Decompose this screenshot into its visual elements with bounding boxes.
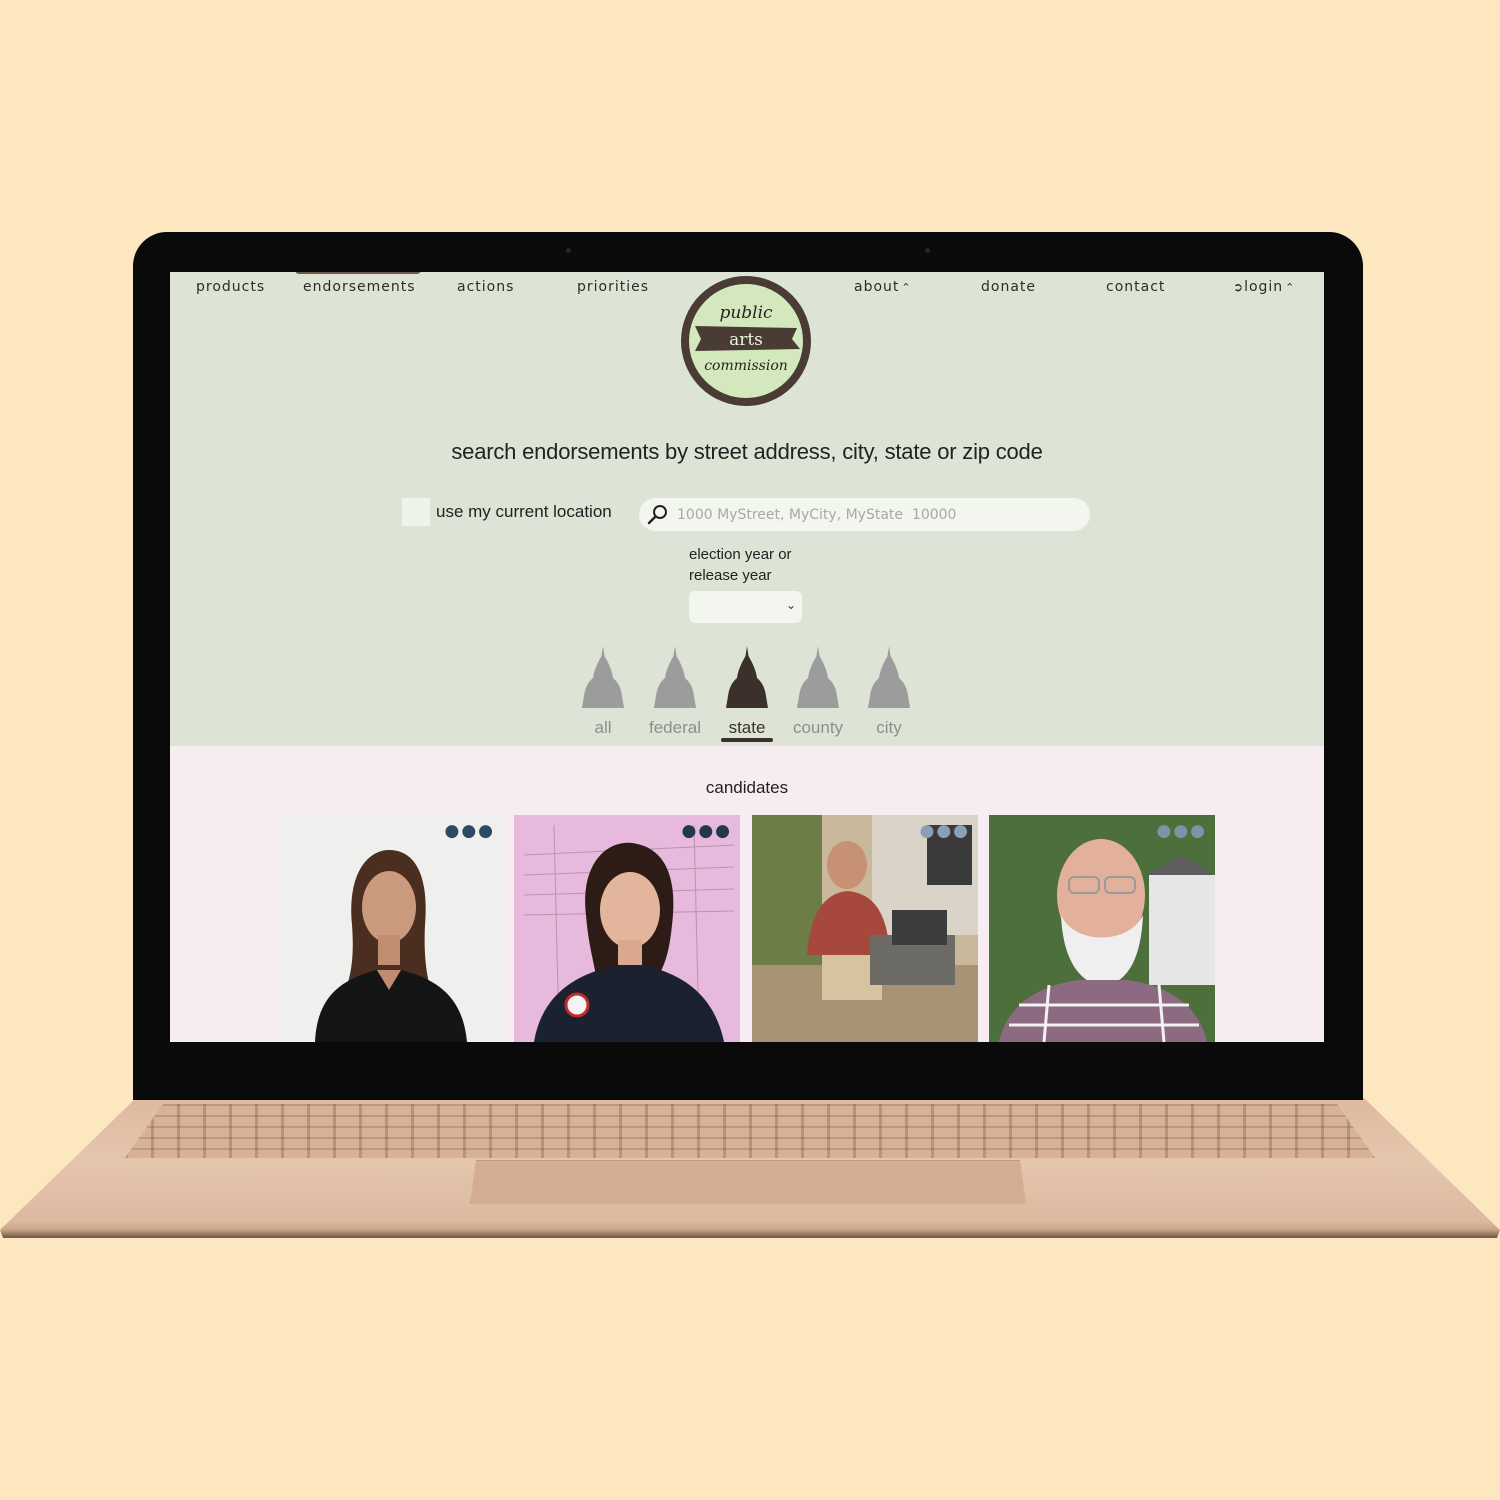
level-filter-city[interactable]: city	[854, 644, 924, 738]
candidate-photo	[277, 815, 503, 1042]
level-label-all: all	[594, 718, 612, 737]
candidate-photo	[514, 815, 740, 1042]
capitol-dome-icon	[726, 646, 768, 708]
nav-priorities[interactable]: priorities	[577, 279, 649, 295]
election-year-label-line1: election year or	[689, 546, 792, 563]
capitol-dome-icon	[868, 646, 910, 708]
nav-products[interactable]: products	[196, 279, 265, 295]
logo-word-public: public	[719, 303, 773, 323]
level-filter-all[interactable]: all	[568, 644, 638, 738]
laptop-keyboard	[125, 1104, 1375, 1158]
nav-about[interactable]: about ⌃	[854, 279, 912, 295]
nav-contact[interactable]: contact	[1106, 279, 1165, 295]
public-arts-commission-logo[interactable]: public arts commission	[681, 276, 811, 406]
candidate-card[interactable]: ●●●	[752, 815, 978, 1042]
search-heading: search endorsements by street address, c…	[451, 439, 1043, 464]
candidates-heading: candidates	[705, 778, 789, 797]
login-icon: ➲	[1233, 280, 1245, 294]
more-options-icon[interactable]: ●●●	[919, 821, 970, 841]
chevron-down-icon: ⌄	[785, 598, 796, 612]
election-year-label: election year or release year	[689, 544, 829, 586]
level-filter-state[interactable]: state	[712, 644, 782, 738]
address-search-input[interactable]	[675, 505, 1079, 524]
address-search-field[interactable]	[639, 498, 1090, 531]
laptop-trackpad	[470, 1160, 1026, 1204]
election-year-label-line2: release year	[689, 567, 772, 584]
level-filter-federal[interactable]: federal	[640, 644, 710, 738]
nav-actions[interactable]: actions	[457, 279, 514, 295]
election-year-select[interactable]: ⌄	[689, 591, 802, 623]
chevron-up-icon: ⌃	[1285, 281, 1296, 294]
search-icon	[647, 504, 667, 524]
nav-about-label: about	[854, 279, 900, 295]
more-options-icon[interactable]: ●●●	[1156, 821, 1207, 841]
nav-active-indicator	[295, 272, 421, 274]
nav-donate[interactable]: donate	[981, 279, 1036, 295]
more-options-icon[interactable]: ●●●	[681, 821, 732, 841]
level-label-county: county	[792, 718, 844, 737]
candidates-section: candidates ●●● ●●● ●●● ●●●	[170, 746, 1324, 1042]
level-filter-county[interactable]: county	[783, 644, 853, 738]
candidate-photo	[752, 815, 978, 1042]
nav-endorsements[interactable]: endorsements	[303, 279, 416, 295]
level-selected-underline	[721, 738, 773, 742]
level-label-state: state	[728, 718, 766, 737]
logo-word-commission: commission	[704, 358, 788, 374]
candidate-card[interactable]: ●●●	[514, 815, 740, 1042]
nav-login[interactable]: ➲login ⌃	[1233, 279, 1295, 295]
capitol-dome-icon	[654, 646, 696, 708]
chevron-up-icon: ⌃	[901, 281, 912, 294]
candidate-photo	[989, 815, 1215, 1042]
level-label-federal: federal	[649, 718, 701, 737]
website-screen: products endorsements actions priorities…	[170, 272, 1324, 1042]
candidate-card[interactable]: ●●●	[277, 815, 503, 1042]
use-location-label[interactable]: use my current location	[436, 502, 612, 522]
use-location-checkbox[interactable]	[402, 498, 430, 526]
capitol-dome-icon	[582, 646, 624, 708]
more-options-icon[interactable]: ●●●	[444, 821, 495, 841]
capitol-dome-icon	[797, 646, 839, 708]
logo-word-arts: arts	[729, 330, 763, 350]
bezel-sensor	[566, 248, 571, 253]
nav-login-label: login	[1244, 279, 1284, 295]
level-label-city: city	[876, 718, 902, 737]
bezel-camera	[925, 248, 930, 253]
candidate-card[interactable]: ●●●	[989, 815, 1215, 1042]
